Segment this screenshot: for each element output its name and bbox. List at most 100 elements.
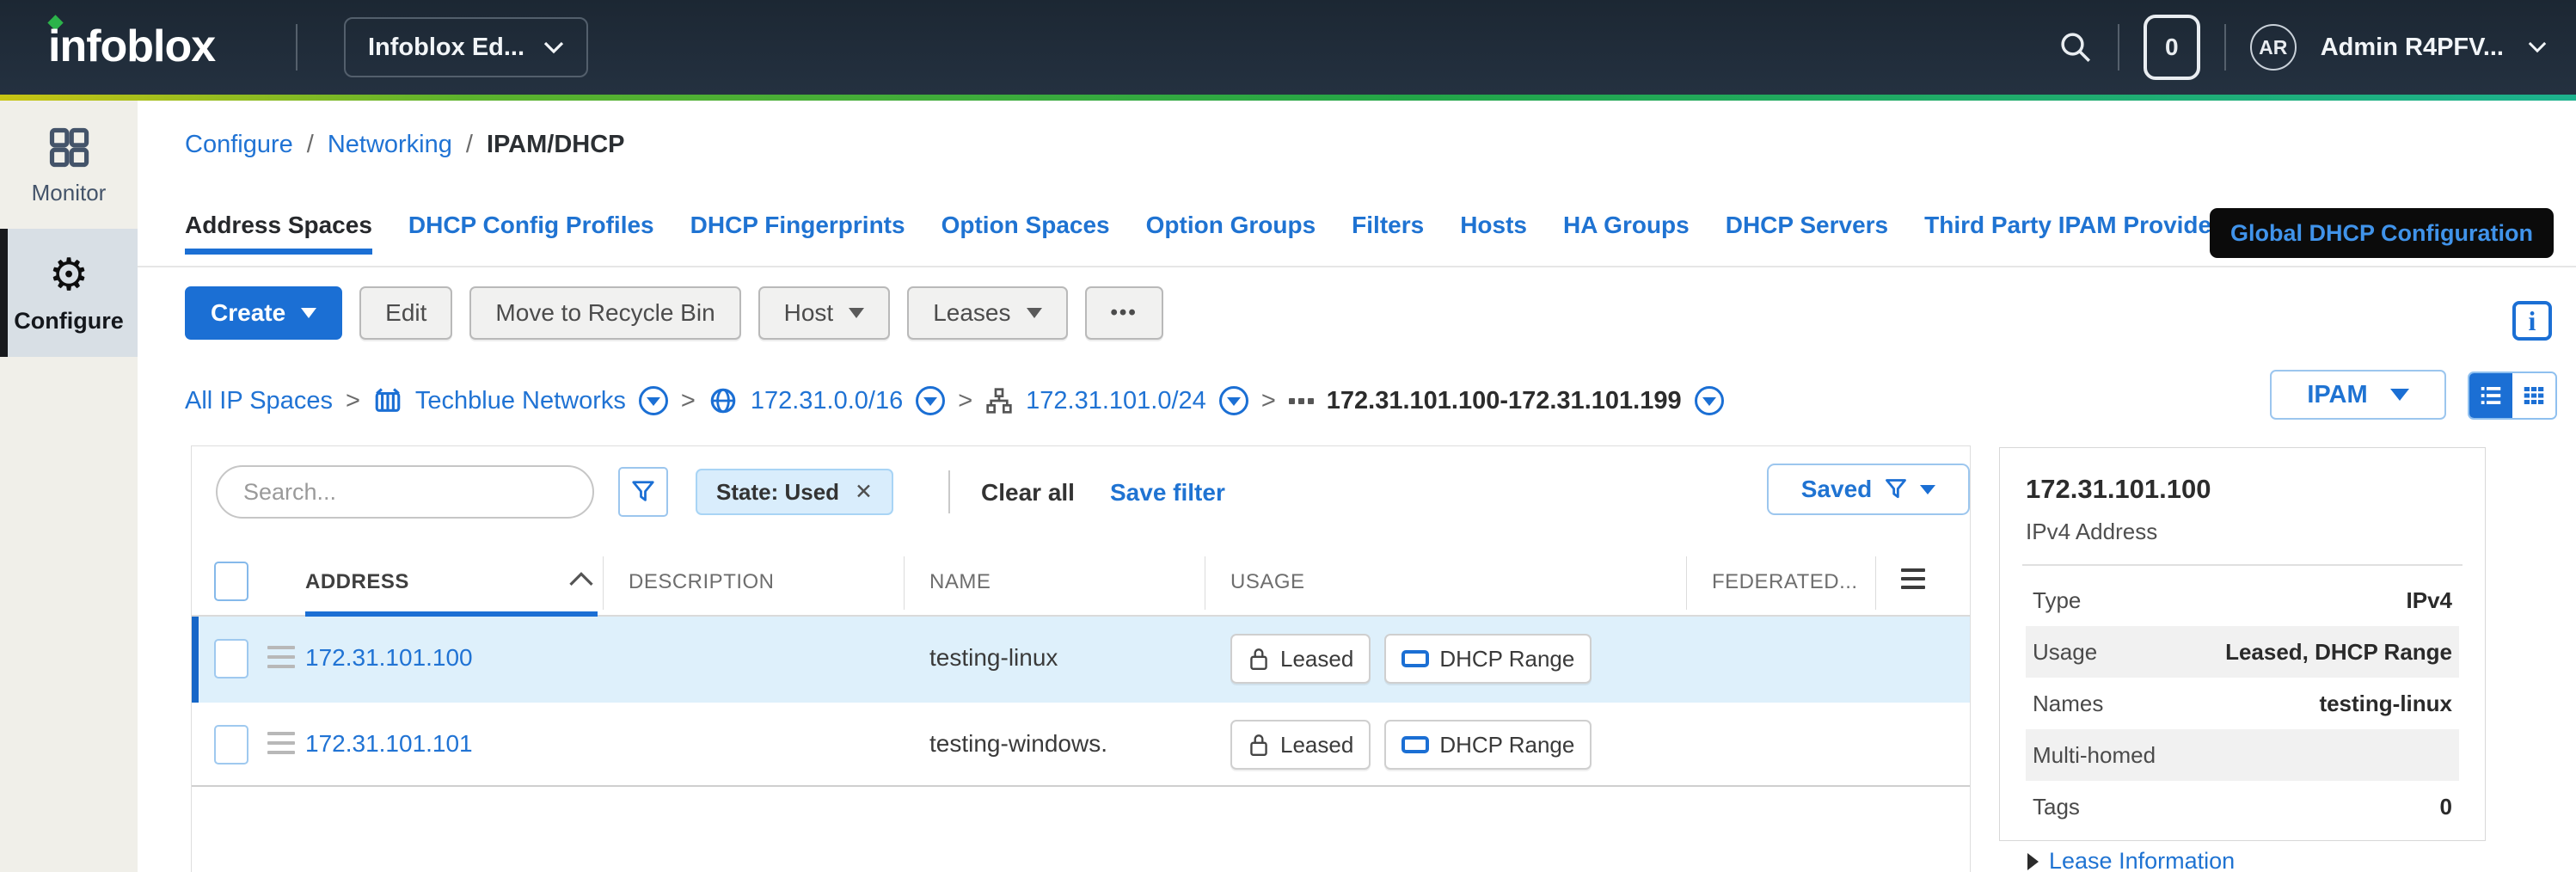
sidebar-item-configure[interactable]: ⚙ Configure xyxy=(0,229,138,357)
tab-option-spaces[interactable]: Option Spaces xyxy=(941,212,1110,255)
table-row[interactable]: 172.31.101.100 testing-linux Leased DHCP… xyxy=(192,617,1970,703)
grid-view-toggle[interactable] xyxy=(2512,373,2555,418)
path-range-current: 172.31.101.100-172.31.101.199 xyxy=(1327,387,1682,415)
view-mode-dropdown[interactable]: IPAM xyxy=(2270,370,2446,420)
filter-divider xyxy=(948,470,950,513)
app-selector-dropdown[interactable]: Infoblox Ed... xyxy=(344,17,588,77)
path-subnet-actions-icon[interactable] xyxy=(1219,386,1248,415)
leased-badge: Leased xyxy=(1230,634,1371,684)
table-row[interactable]: 172.31.101.101 testing-windows. Leased D… xyxy=(192,703,1970,787)
path-space-actions-icon[interactable] xyxy=(639,386,668,415)
ip-space-icon xyxy=(373,386,402,415)
list-view-icon xyxy=(2478,383,2504,408)
detail-field-type: Type IPv4 xyxy=(2026,574,2459,626)
chevron-down-icon[interactable] xyxy=(2528,41,2547,53)
column-header-description[interactable]: DESCRIPTION xyxy=(629,570,775,594)
list-view-toggle[interactable] xyxy=(2469,373,2512,418)
topbar-right-cluster: 0 AR Admin R4PFV... xyxy=(2058,0,2547,95)
path-range-actions-icon[interactable] xyxy=(1695,386,1724,415)
clear-all-button[interactable]: Clear all xyxy=(981,479,1075,507)
tab-dhcp-servers[interactable]: DHCP Servers xyxy=(1726,212,1888,255)
detail-field-usage: Usage Leased, DHCP Range xyxy=(2026,626,2459,678)
name-cell: testing-linux xyxy=(929,644,1058,672)
path-network[interactable]: 172.31.0.0/16 xyxy=(751,387,903,415)
topbar-divider xyxy=(2118,24,2119,71)
ip-hierarchy-breadcrumb: All IP Spaces > Techblue Networks > 172.… xyxy=(185,378,1724,423)
tab-filters[interactable]: Filters xyxy=(1352,212,1424,255)
path-ip-space[interactable]: Techblue Networks xyxy=(415,387,626,415)
logo-text: infoblox xyxy=(48,21,215,71)
grid-view-icon xyxy=(2521,383,2547,408)
more-actions-button[interactable]: ••• xyxy=(1085,286,1163,340)
detail-panel: 172.31.101.100 IPv4 Address Type IPv4 Us… xyxy=(1999,447,2486,841)
leases-button[interactable]: Leases xyxy=(907,286,1067,340)
address-link[interactable]: 172.31.101.101 xyxy=(305,730,473,758)
host-button[interactable]: Host xyxy=(758,286,891,340)
column-header-name[interactable]: NAME xyxy=(929,570,991,594)
tab-dhcp-config-profiles[interactable]: DHCP Config Profiles xyxy=(408,212,654,255)
column-menu-icon[interactable] xyxy=(1901,568,1925,589)
notification-badge[interactable]: 0 xyxy=(2144,15,2200,80)
view-toggle xyxy=(2468,372,2557,420)
tabs-divider xyxy=(138,266,2576,267)
dhcp-range-icon xyxy=(1401,650,1429,667)
topbar-divider xyxy=(2224,24,2226,71)
chevron-down-icon xyxy=(543,41,564,54)
user-menu-label: Admin R4PFV... xyxy=(2321,34,2504,62)
filter-button[interactable] xyxy=(618,467,668,517)
usage-badges: Leased DHCP Range xyxy=(1230,720,1592,770)
drag-handle-icon[interactable] xyxy=(267,732,295,754)
gear-icon: ⚙ xyxy=(49,253,89,298)
path-network-actions-icon[interactable] xyxy=(916,386,945,415)
path-subnet[interactable]: 172.31.101.0/24 xyxy=(1026,387,1206,415)
detail-subtitle: IPv4 Address xyxy=(2026,519,2459,545)
detail-divider xyxy=(2022,564,2463,566)
network-globe-icon xyxy=(708,386,738,415)
tab-ha-groups[interactable]: HA Groups xyxy=(1563,212,1690,255)
search-input[interactable] xyxy=(216,465,594,519)
lease-information-link[interactable]: Lease Information xyxy=(2026,848,2459,872)
tab-global-dhcp-configuration[interactable]: Global DHCP Configuration xyxy=(2210,208,2554,258)
filter-chip-state-used[interactable]: State: Used ✕ xyxy=(696,469,893,515)
move-to-recycle-bin-button[interactable]: Move to Recycle Bin xyxy=(469,286,740,340)
select-all-checkbox[interactable] xyxy=(214,562,248,601)
row-checkbox[interactable] xyxy=(214,639,248,679)
tab-bar: Address Spaces DHCP Config Profiles DHCP… xyxy=(185,212,2235,255)
tab-dhcp-fingerprints[interactable]: DHCP Fingerprints xyxy=(690,212,905,255)
avatar[interactable]: AR xyxy=(2250,24,2297,71)
column-header-address[interactable]: ADDRESS xyxy=(305,570,409,594)
name-cell: testing-windows. xyxy=(929,730,1107,758)
sort-ascending-icon[interactable] xyxy=(568,570,594,587)
leased-badge: Leased xyxy=(1230,720,1371,770)
breadcrumb-current: IPAM/DHCP xyxy=(487,131,625,159)
path-all-ip-spaces[interactable]: All IP Spaces xyxy=(185,387,333,415)
breadcrumb-configure[interactable]: Configure xyxy=(185,131,293,159)
edit-button[interactable]: Edit xyxy=(359,286,452,340)
dhcp-range-icon xyxy=(1401,736,1429,753)
drag-handle-icon[interactable] xyxy=(267,646,295,668)
search-icon[interactable] xyxy=(2058,29,2094,65)
breadcrumb-networking[interactable]: Networking xyxy=(328,131,452,159)
sidebar-item-monitor[interactable]: Monitor xyxy=(0,101,138,229)
close-icon[interactable]: ✕ xyxy=(855,479,873,505)
lock-icon xyxy=(1248,732,1270,758)
detail-title: 172.31.101.100 xyxy=(2026,474,2459,505)
row-checkbox[interactable] xyxy=(214,725,248,765)
table-header: ADDRESS DESCRIPTION NAME USAGE FEDERATED… xyxy=(192,550,1970,617)
create-button[interactable]: Create xyxy=(185,286,342,340)
tab-address-spaces[interactable]: Address Spaces xyxy=(185,212,372,255)
info-icon[interactable]: i xyxy=(2512,301,2552,341)
column-header-federated[interactable]: FEDERATED... xyxy=(1712,570,1858,594)
caret-down-icon xyxy=(301,308,316,318)
tab-third-party-ipam-providers[interactable]: Third Party IPAM Providers xyxy=(1924,212,2234,255)
saved-filters-dropdown[interactable]: Saved xyxy=(1767,464,1970,515)
address-link[interactable]: 172.31.101.100 xyxy=(305,644,473,672)
top-bar: infoblox Infoblox Ed... 0 AR Admin R4PFV… xyxy=(0,0,2576,95)
save-filter-button[interactable]: Save filter xyxy=(1110,479,1225,507)
dhcp-range-badge: DHCP Range xyxy=(1384,720,1592,770)
tab-option-groups[interactable]: Option Groups xyxy=(1146,212,1316,255)
lock-icon xyxy=(1248,646,1270,672)
caret-down-icon xyxy=(1920,485,1935,494)
tab-hosts[interactable]: Hosts xyxy=(1460,212,1527,255)
column-header-usage[interactable]: USAGE xyxy=(1230,570,1305,594)
